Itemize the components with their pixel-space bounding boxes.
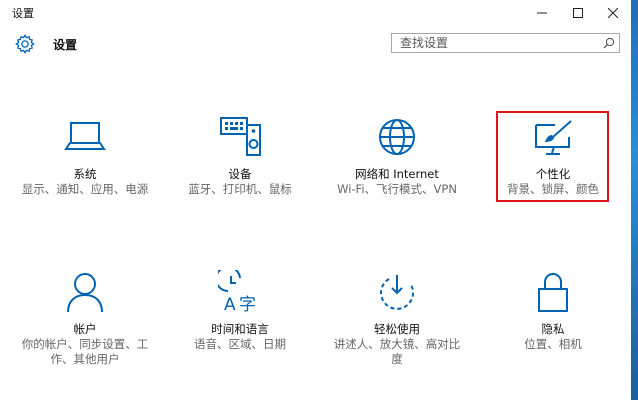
search-icon[interactable] xyxy=(603,37,615,49)
gear-icon xyxy=(15,34,35,54)
tile-network-name: 网络和 Internet xyxy=(355,167,439,181)
close-icon xyxy=(608,7,618,18)
person-icon xyxy=(67,273,103,313)
maximize-button[interactable] xyxy=(560,0,596,25)
tile-time-language-desc: 语音、区域、日期 xyxy=(194,337,286,351)
tile-ease-of-access-desc: 讲述人、放大镜、高对比度 xyxy=(333,337,461,366)
ease-of-access-icon xyxy=(380,275,414,310)
tile-privacy-name: 隐私 xyxy=(541,322,565,336)
laptop-icon xyxy=(64,122,106,150)
page-title: 设置 xyxy=(53,38,78,52)
title-bar[interactable]: 设置 xyxy=(0,0,631,25)
tile-time-language-name: 时间和语言 xyxy=(211,322,269,336)
tile-accounts-desc: 你的帐户、同步设置、工作、其他用户 xyxy=(21,337,149,366)
tile-network-desc: Wi-Fi、飞行模式、VPN xyxy=(337,182,457,196)
minimize-icon xyxy=(537,12,547,13)
settings-header: 设置 xyxy=(0,25,631,67)
lock-icon xyxy=(538,273,568,312)
search-box[interactable] xyxy=(391,33,620,53)
tile-system-name: 系统 xyxy=(73,167,97,181)
tile-ease-of-access-name: 轻松使用 xyxy=(374,322,420,336)
svg-text:A: A xyxy=(224,295,236,314)
time-language-icon: A 字 xyxy=(218,270,256,314)
tile-privacy[interactable]: 隐私 位置、相机 xyxy=(488,268,618,352)
search-input[interactable] xyxy=(392,34,600,52)
keyboard-speaker-icon xyxy=(220,117,261,156)
tile-accounts-name: 帐户 xyxy=(73,322,97,336)
tile-network[interactable]: 网络和 Internet Wi-Fi、飞行模式、VPN xyxy=(332,113,462,197)
tile-devices[interactable]: 设备 蓝牙、打印机、鼠标 xyxy=(175,113,305,197)
desktop-background-edge xyxy=(631,0,638,400)
tile-ease-of-access[interactable]: 轻松使用 讲述人、放大镜、高对比度 xyxy=(332,268,462,367)
tile-accounts[interactable]: 帐户 你的帐户、同步设置、工作、其他用户 xyxy=(20,268,150,367)
tile-devices-desc: 蓝牙、打印机、鼠标 xyxy=(188,182,292,196)
tile-system-desc: 显示、通知、应用、电源 xyxy=(21,182,149,196)
tile-time-language[interactable]: A 字 时间和语言 语音、区域、日期 xyxy=(175,268,305,352)
settings-window: 设置 设置 查找设置 系统 显示、通知、应用、电源 设备 蓝牙、打印机、鼠标 网… xyxy=(0,0,632,400)
maximize-icon xyxy=(573,7,583,18)
minimize-button[interactable] xyxy=(524,0,560,25)
window-title: 设置 xyxy=(12,7,34,20)
tile-privacy-desc: 位置、相机 xyxy=(524,337,582,351)
svg-text:字: 字 xyxy=(239,295,256,314)
highlight-box xyxy=(496,111,609,202)
tile-devices-name: 设备 xyxy=(228,167,252,181)
tile-system[interactable]: 系统 显示、通知、应用、电源 xyxy=(20,113,150,197)
globe-icon xyxy=(379,119,415,155)
close-button[interactable] xyxy=(595,0,631,25)
